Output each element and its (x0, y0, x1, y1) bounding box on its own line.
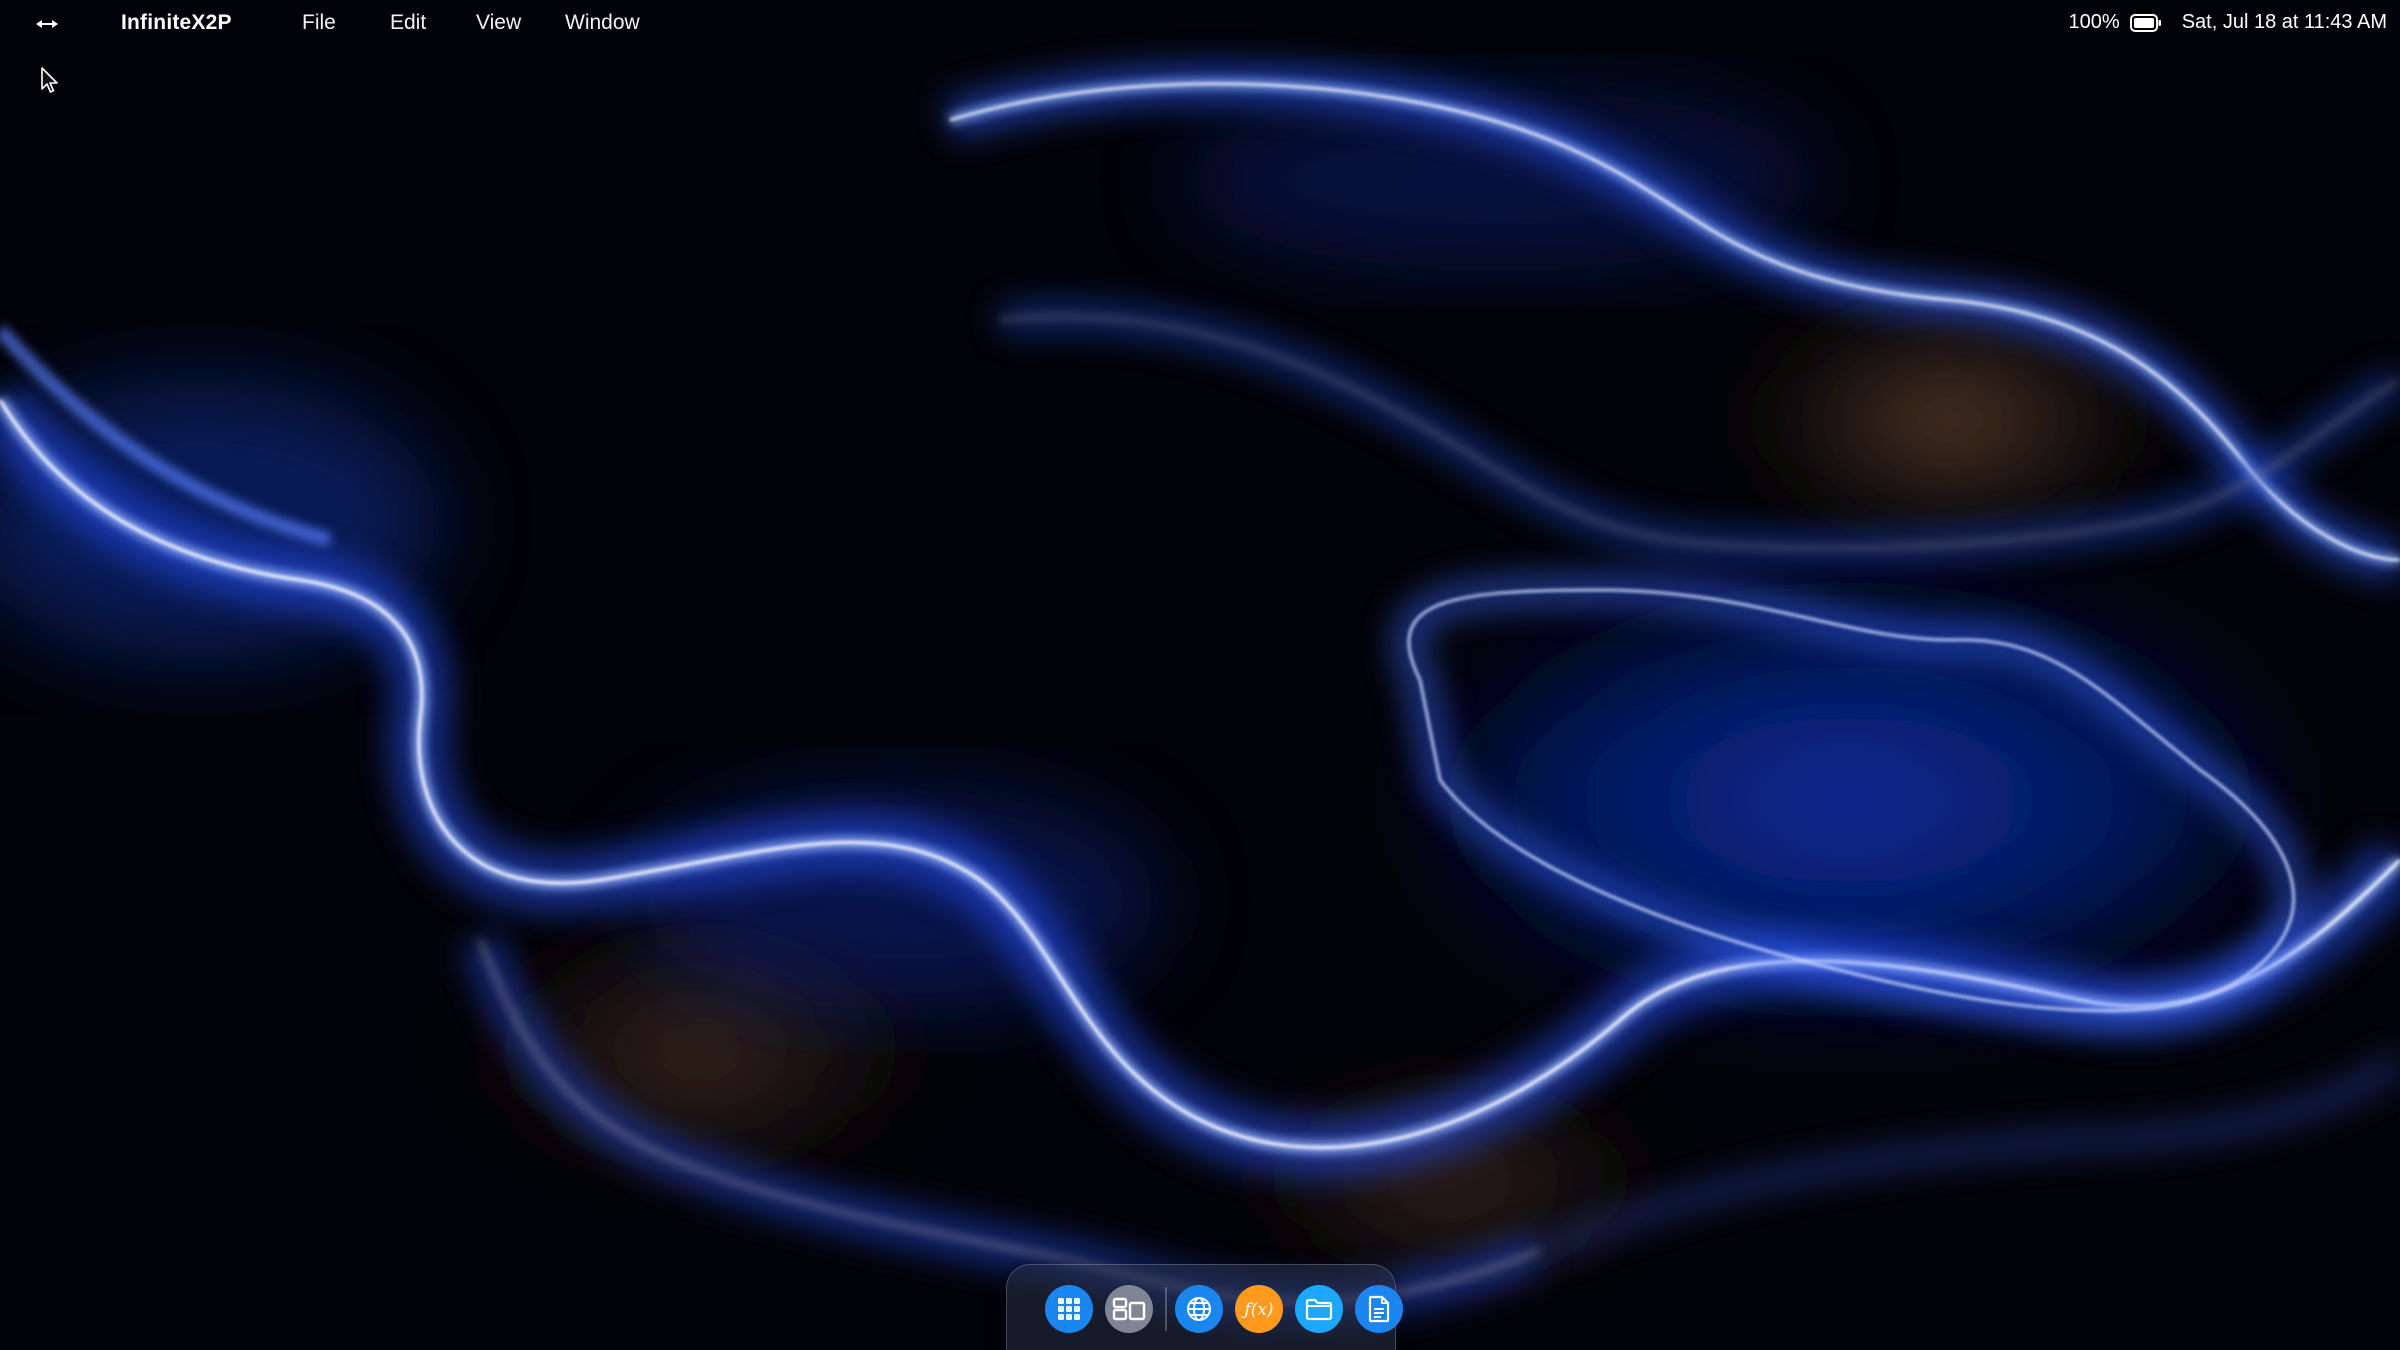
wallpaper (0, 0, 2400, 1350)
app-name[interactable]: InfiniteX2P (121, 11, 232, 35)
grid-icon (1058, 1298, 1080, 1320)
menu-file[interactable]: File (302, 11, 336, 35)
battery-icon[interactable] (2129, 13, 2162, 32)
browser-button[interactable] (1175, 1285, 1223, 1333)
windows-layout-icon (1112, 1297, 1146, 1321)
clock[interactable]: Sat, Jul 18 at 11:43 AM (2182, 11, 2387, 34)
app-launcher-button[interactable] (1045, 1285, 1093, 1333)
files-button[interactable] (1295, 1285, 1343, 1333)
menu-view[interactable]: View (476, 11, 521, 35)
battery-percent: 100% (2068, 11, 2120, 33)
dock-separator (1165, 1287, 1167, 1331)
document-icon (1368, 1295, 1390, 1323)
documents-button[interactable] (1355, 1285, 1403, 1333)
dock: ƒ(x) (1006, 1264, 1403, 1350)
menu-bar: InfiniteX2P File Edit View Window 100% S… (0, 0, 2400, 48)
menu-edit[interactable]: Edit (390, 11, 426, 35)
function-icon: ƒ(x) (1240, 1300, 1273, 1320)
folder-icon (1305, 1298, 1333, 1321)
status-area: 100% Sat, Jul 18 at 11:43 AM (2069, 11, 2387, 34)
menu-window[interactable]: Window (565, 11, 640, 35)
calculator-button[interactable]: ƒ(x) (1235, 1285, 1283, 1333)
double-arrow-icon[interactable] (34, 12, 60, 36)
desktop[interactable]: InfiniteX2P File Edit View Window 100% S… (0, 0, 2400, 1350)
svg-text:ƒ(x): ƒ(x) (1240, 1300, 1273, 1320)
mouse-pointer-icon (41, 67, 58, 93)
globe-icon (1187, 1297, 1211, 1321)
window-switcher-button[interactable] (1105, 1285, 1153, 1333)
